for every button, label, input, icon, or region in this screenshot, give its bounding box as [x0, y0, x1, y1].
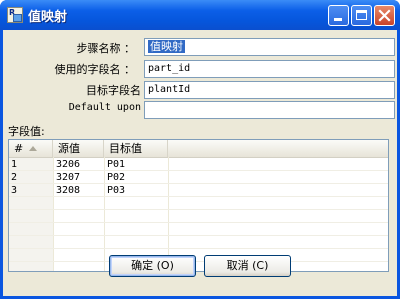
step-name-label: 步骤名称 ：: [76, 42, 136, 55]
field-values-label: 字段值:: [8, 125, 45, 138]
step-name-input[interactable]: 值映射: [144, 38, 395, 56]
column-header-target[interactable]: 目标值: [104, 140, 168, 157]
ok-button[interactable]: 确定 (O): [109, 255, 196, 277]
source-value[interactable]: 3206: [54, 158, 80, 171]
table-row[interactable]: 3 3208 P03: [9, 184, 388, 197]
target-field-input[interactable]: plantId: [144, 81, 395, 99]
target-value[interactable]: P02: [105, 171, 125, 184]
source-value[interactable]: 3208: [54, 184, 80, 197]
column-header-index[interactable]: #: [9, 140, 53, 157]
maximize-button[interactable]: [351, 5, 372, 26]
target-value[interactable]: P03: [105, 184, 125, 197]
default-upon-label: Default upon: [68, 102, 141, 113]
row-index: 2: [11, 172, 18, 183]
sort-up-icon: [29, 146, 38, 151]
field-values-table[interactable]: # 源值 目标值 1 3206 P01 2 3207 P02 3 3208 P0…: [8, 139, 389, 272]
cancel-button[interactable]: 取消 (C): [204, 255, 291, 277]
title-bar[interactable]: R 值映射: [0, 0, 400, 30]
minimize-icon: [334, 18, 342, 21]
target-value[interactable]: P01: [105, 158, 125, 171]
app-icon: R: [7, 7, 23, 23]
column-header-source[interactable]: 源值: [53, 140, 104, 157]
row-index: 1: [11, 159, 18, 170]
window-title: 值映射: [28, 10, 68, 25]
dialog-window: R 值映射 步骤名称 ： 值映射 使用的字段名 ： part_id 目标字段名 …: [0, 0, 400, 299]
dialog-body: 步骤名称 ： 值映射 使用的字段名 ： part_id 目标字段名 plantI…: [3, 30, 397, 296]
row-index: 3: [11, 185, 18, 196]
close-button[interactable]: [374, 5, 395, 26]
close-icon: [378, 9, 391, 22]
field-name-label: 使用的字段名 ：: [54, 63, 136, 76]
source-value[interactable]: 3207: [54, 171, 80, 184]
table-row[interactable]: 2 3207 P02: [9, 171, 388, 184]
target-field-label: 目标字段名: [86, 84, 141, 97]
minimize-button[interactable]: [328, 5, 349, 26]
maximize-icon: [356, 10, 367, 20]
table-header: # 源值 目标值: [9, 140, 388, 158]
table-row[interactable]: 1 3206 P01: [9, 158, 388, 171]
default-upon-input[interactable]: [144, 101, 395, 119]
field-name-input[interactable]: part_id: [144, 60, 395, 78]
